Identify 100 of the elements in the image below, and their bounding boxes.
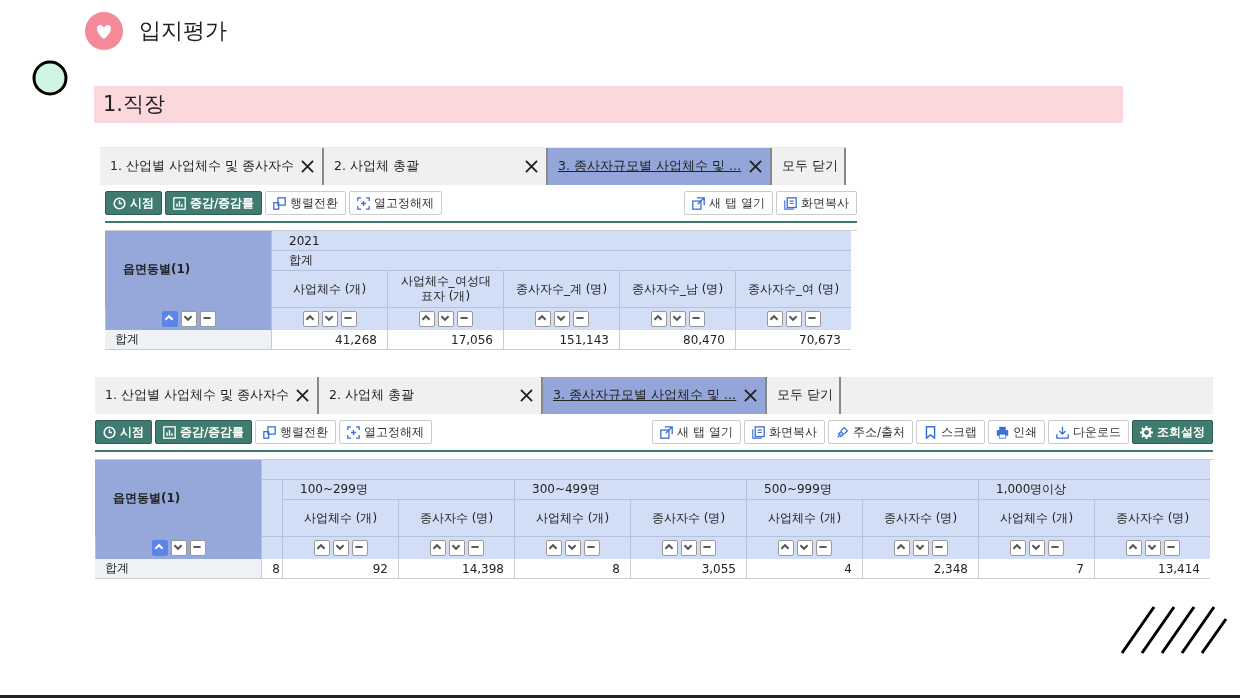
sort-up-button[interactable] [650, 311, 667, 327]
sort-down-button[interactable] [1028, 540, 1045, 556]
minus-button[interactable] [467, 540, 484, 556]
close-icon[interactable] [520, 389, 533, 402]
toolbar-button[interactable]: 시점 [105, 191, 162, 215]
minus-button[interactable] [189, 540, 206, 556]
sort-up-button[interactable] [1009, 540, 1026, 556]
column-header: 종사자수 (명) [398, 500, 514, 537]
toolbar-button[interactable]: 행렬전환 [255, 420, 337, 444]
sort-up-button[interactable] [302, 311, 319, 327]
sort-down-button[interactable] [564, 540, 581, 556]
close-all-tab[interactable]: 모두 닫기 [767, 377, 841, 414]
sort-down-button[interactable] [448, 540, 465, 556]
toolbar-button[interactable]: 스크랩 [916, 420, 985, 444]
sort-up-button[interactable] [161, 311, 178, 327]
close-all-tab[interactable]: 모두 닫기 [772, 148, 846, 185]
toolbar-button[interactable]: 새 탭 열기 [684, 191, 773, 215]
minus-button[interactable] [931, 540, 948, 556]
table-cell: 80,470 [619, 330, 735, 350]
sort-up-button[interactable] [429, 540, 446, 556]
sort-down-button[interactable] [170, 540, 187, 556]
sort-down-button[interactable] [180, 311, 197, 327]
minus-button[interactable] [340, 311, 357, 327]
minus-button[interactable] [199, 311, 216, 327]
newtab-icon [660, 425, 674, 439]
minus-button[interactable] [456, 311, 473, 327]
column-header: 종사자수 (명) [630, 500, 746, 537]
focus-icon [347, 425, 361, 439]
sort-down-button[interactable] [680, 540, 697, 556]
table-cell: 70,673 [735, 330, 851, 350]
minus-button[interactable] [815, 540, 832, 556]
sort-down-button[interactable] [437, 311, 454, 327]
table-cell: 14,398 [398, 559, 514, 579]
toolbar-button[interactable]: 화면복사 [743, 420, 825, 444]
print-icon [996, 425, 1009, 439]
sort-up-button[interactable] [777, 540, 794, 556]
sort-up-button[interactable] [534, 311, 551, 327]
column-header: 종사자수_계 (명) [503, 271, 619, 308]
toolbar-button[interactable]: 조회설정 [1132, 420, 1213, 444]
toolbar-button[interactable]: 증감/증감률 [165, 191, 263, 215]
minus-button[interactable] [804, 311, 821, 327]
toolbar-button[interactable]: 증감/증감률 [155, 420, 253, 444]
tab[interactable]: 1. 산업별 사업체수 및 종사자수 [100, 148, 324, 185]
column-header: 종사자수 (명) [862, 500, 978, 537]
sort-up-button[interactable] [893, 540, 910, 556]
minus-button[interactable] [699, 540, 716, 556]
close-icon[interactable] [296, 389, 309, 402]
sort-down-button[interactable] [796, 540, 813, 556]
toolbar-button[interactable]: 주소/출처 [827, 420, 913, 444]
sort-up-button[interactable] [313, 540, 330, 556]
minus-button[interactable] [1163, 540, 1180, 556]
toolbar-button[interactable]: 인쇄 [988, 420, 1045, 444]
close-icon[interactable] [749, 160, 762, 173]
sort-down-button[interactable] [669, 311, 686, 327]
toolbar-button[interactable]: 다운로드 [1048, 420, 1129, 444]
toolbar-button[interactable]: 새 탭 열기 [652, 420, 741, 444]
table-cell: 7 [978, 559, 1094, 579]
table-cell: 13,414 [1094, 559, 1210, 579]
header-cell: 500~999명 [746, 480, 978, 500]
sort-down-button[interactable] [553, 311, 570, 327]
minus-button[interactable] [1047, 540, 1064, 556]
copy-icon [784, 196, 797, 210]
table-cell: 17,056 [387, 330, 503, 350]
toolbar-button[interactable]: 열고정해제 [339, 420, 433, 444]
bookmark-icon [924, 425, 937, 439]
table-cell: 3,055 [630, 559, 746, 579]
close-icon[interactable] [744, 389, 757, 402]
toolbar-button[interactable]: 시점 [95, 420, 152, 444]
minus-button[interactable] [572, 311, 589, 327]
sort-down-button[interactable] [912, 540, 929, 556]
close-icon[interactable] [525, 160, 538, 173]
table-cell: 92 [282, 559, 398, 579]
sort-up-button[interactable] [1125, 540, 1142, 556]
table-cell: 151,143 [503, 330, 619, 350]
column-header: 사업체수 (개) [282, 500, 398, 537]
minus-button[interactable] [351, 540, 368, 556]
toolbar-button[interactable]: 열고정해제 [349, 191, 443, 215]
sort-up-button[interactable] [545, 540, 562, 556]
close-icon[interactable] [301, 160, 314, 173]
circle-icon [32, 60, 68, 96]
sort-down-button[interactable] [332, 540, 349, 556]
tab[interactable]: 3. 종사자규모별 사업체수 및 … [548, 148, 772, 185]
tab[interactable]: 1. 산업별 사업체수 및 종사자수 [95, 377, 319, 414]
sort-up-button[interactable] [661, 540, 678, 556]
column-header: 사업체수_여성대표자 (개) [387, 271, 503, 308]
sort-up-button[interactable] [151, 540, 168, 556]
header-cell: 2021 [271, 231, 851, 251]
minus-button[interactable] [688, 311, 705, 327]
sort-up-button[interactable] [766, 311, 783, 327]
header-cell: 100~299명 [282, 480, 514, 500]
sort-down-button[interactable] [785, 311, 802, 327]
sort-down-button[interactable] [321, 311, 338, 327]
tab[interactable]: 3. 종사자규모별 사업체수 및 … [543, 377, 767, 414]
sort-down-button[interactable] [1144, 540, 1161, 556]
minus-button[interactable] [583, 540, 600, 556]
column-header: 사업체수 (개) [271, 271, 387, 308]
toolbar-button[interactable]: 행렬전환 [265, 191, 347, 215]
sort-up-button[interactable] [418, 311, 435, 327]
column-header: 사업체수 (개) [746, 500, 862, 537]
toolbar-button[interactable]: 화면복사 [776, 191, 857, 215]
